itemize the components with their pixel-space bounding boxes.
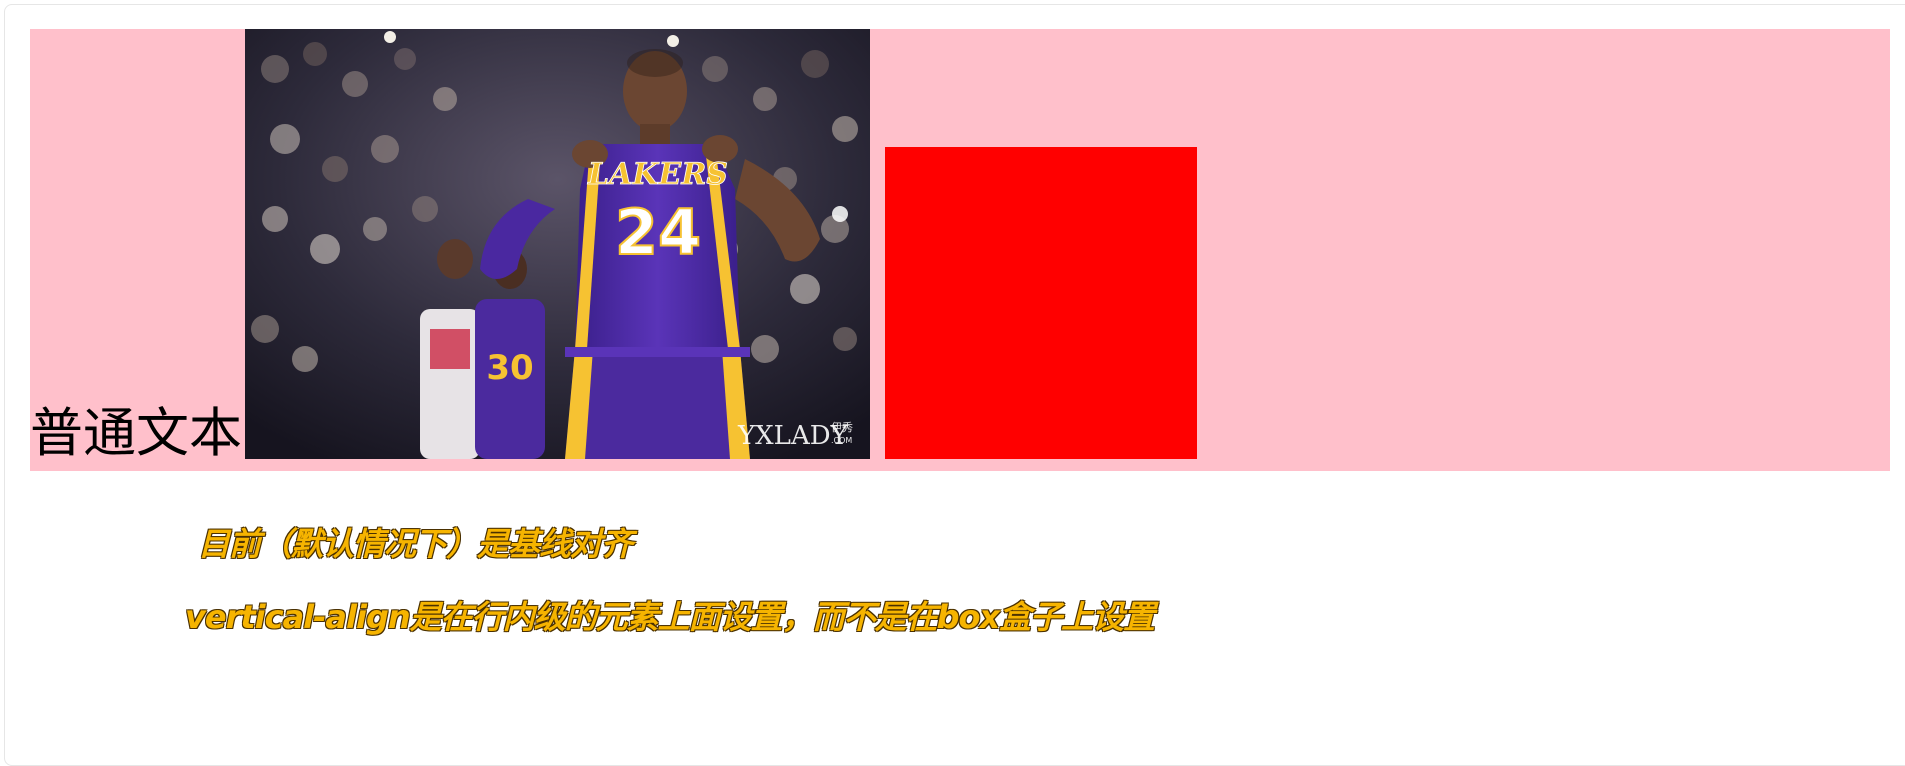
normal-text: 普通文本 — [30, 403, 242, 464]
red-inline-block — [885, 147, 1197, 459]
watermark-domain-text: .COM — [831, 436, 852, 445]
note-baseline-alignment: 目前（默认情况下）是基线对齐 — [198, 525, 633, 563]
note-vertical-align: vertical-align是在行内级的元素上面设置，而不是在box盒子上设置 — [185, 598, 1155, 636]
basketball-player-photo: 30 LAKERS 24 YXLADY 伊秀 .COM — [245, 29, 870, 459]
watermark-small-text: 伊秀 — [831, 421, 853, 434]
second-jersey-number: 30 — [486, 348, 533, 388]
jersey-number-text: 24 — [615, 196, 701, 269]
jersey-team-text: LAKERS — [587, 157, 728, 192]
